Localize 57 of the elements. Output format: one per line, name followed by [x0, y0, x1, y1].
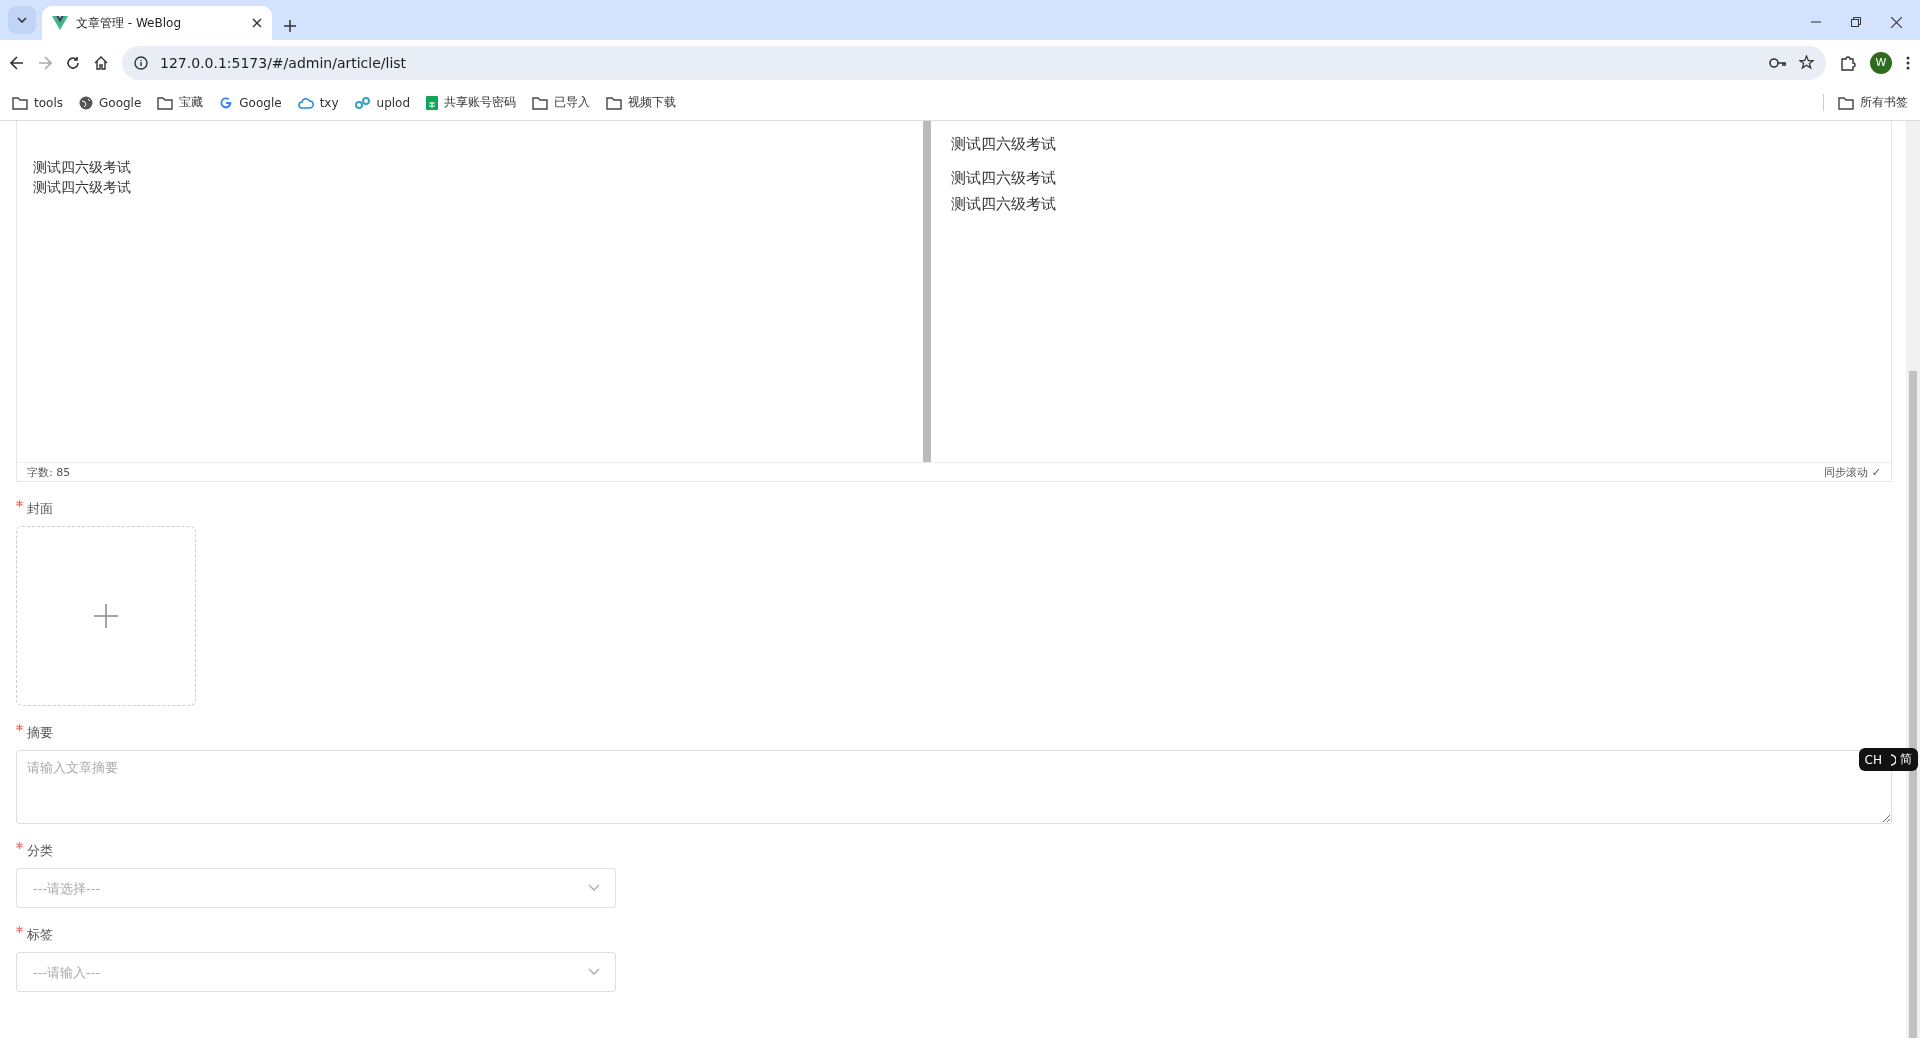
preview-paragraph: 测试四六级考试	[951, 134, 1057, 155]
bookmark-item[interactable]: 视频下载	[606, 94, 677, 111]
v-logo-icon	[52, 16, 68, 30]
bookmark-item[interactable]: uplod	[354, 95, 411, 110]
sync-scroll-toggle[interactable]: 同步滚动 ✓	[1824, 464, 1881, 480]
chevron-down-icon	[17, 17, 27, 23]
star-icon[interactable]	[1799, 55, 1814, 70]
bookmark-item[interactable]: Google	[219, 95, 282, 110]
folder-icon	[157, 95, 174, 110]
new-tab-icon[interactable]	[284, 20, 296, 32]
bookmark-item[interactable]: 共享账号密码	[426, 94, 517, 111]
ime-indicator[interactable]: CH 简	[1858, 748, 1918, 771]
folder-icon	[532, 95, 549, 110]
cloud-icon	[297, 96, 314, 109]
globe-icon	[79, 95, 93, 110]
bookmark-item[interactable]: Google	[79, 95, 142, 110]
puzzle-piece-icon[interactable]	[1840, 54, 1856, 71]
close-icon[interactable]	[252, 18, 262, 28]
word-count: 字数: 85	[27, 464, 71, 480]
info-icon[interactable]	[134, 55, 148, 70]
bookmark-item[interactable]: 宝藏	[157, 94, 204, 111]
url-text: 127.0.0.1:5173/#/admin/article/list	[160, 54, 408, 71]
preview-paragraph: 测试四六级考试	[951, 194, 1057, 215]
source-text-line: 测试四六级考试	[33, 158, 132, 177]
field-label: 分类	[27, 842, 53, 860]
folder-icon	[12, 95, 28, 110]
folder-icon	[1838, 95, 1854, 110]
category-select[interactable]: ---请选择---	[16, 868, 616, 908]
field-label: 封面	[27, 500, 53, 518]
all-bookmarks-button[interactable]: 所有书签	[1823, 94, 1908, 111]
browser-tab[interactable]: 文章管理 - WeBlog	[42, 6, 272, 40]
g-logo-icon	[219, 95, 234, 110]
restore-icon[interactable]	[1851, 17, 1861, 27]
home-icon[interactable]	[94, 55, 108, 70]
chevron-down-icon	[588, 884, 600, 892]
back-arrow-icon[interactable]	[10, 55, 24, 70]
field-label: 标签	[27, 926, 53, 944]
plus-icon	[94, 604, 118, 628]
reload-icon[interactable]	[66, 55, 80, 70]
chevron-down-icon	[588, 968, 600, 976]
more-vertical-icon[interactable]	[1906, 55, 1910, 70]
source-text-line: 测试四六级考试	[33, 178, 132, 197]
bookmark-item[interactable]: 已导入	[532, 94, 591, 111]
bookmark-item[interactable]: tools	[12, 95, 63, 110]
key-icon[interactable]	[1769, 57, 1787, 68]
close-icon[interactable]	[1891, 17, 1902, 28]
preview-paragraph: 测试四六级考试	[951, 168, 1057, 189]
link-icon	[354, 95, 371, 110]
profile-avatar[interactable]: W	[1870, 51, 1892, 74]
folder-icon	[606, 95, 623, 110]
address-bar[interactable]: 127.0.0.1:5173/#/admin/article/list	[122, 45, 1826, 80]
spreadsheet-icon	[426, 95, 439, 110]
tab-search-button[interactable]	[8, 6, 36, 34]
bookmark-item[interactable]: txy	[297, 95, 339, 110]
tab-title: 文章管理 - WeBlog	[76, 14, 183, 32]
tag-select[interactable]: ---请输入---	[16, 952, 616, 992]
field-label: 摘要	[27, 724, 53, 742]
